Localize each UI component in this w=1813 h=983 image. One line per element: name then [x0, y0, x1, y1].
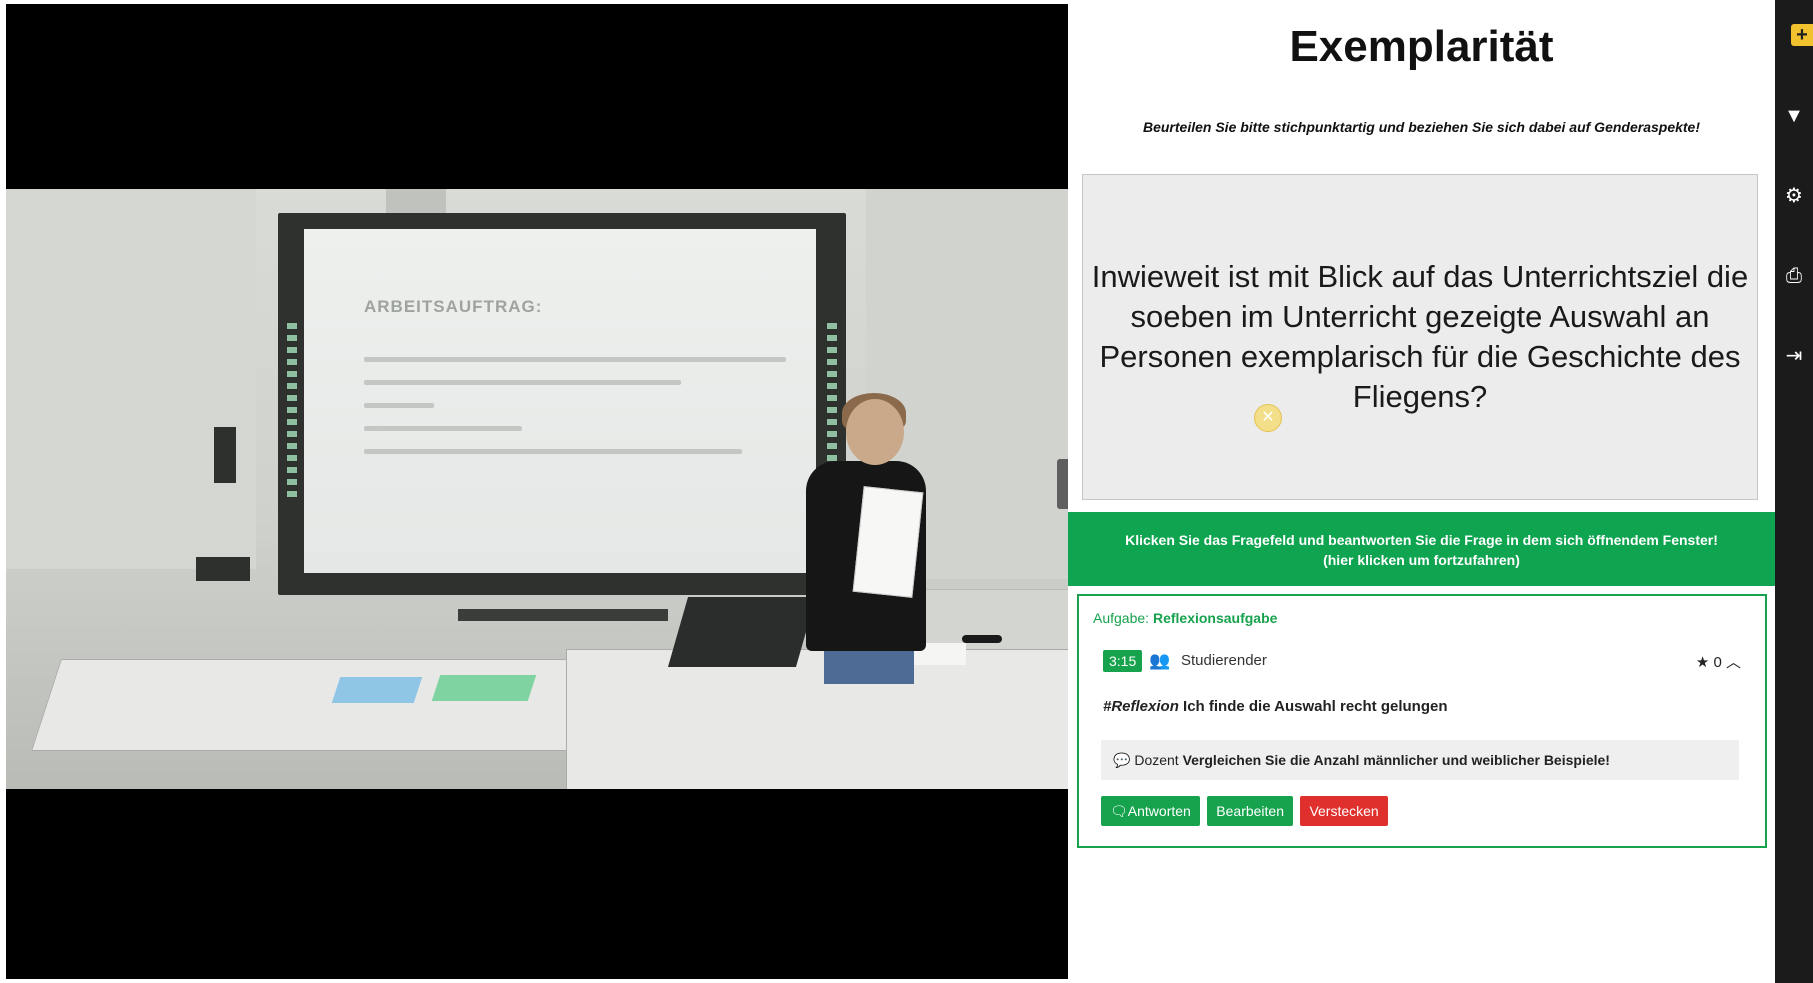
- answer-body: Ich finde die Auswahl recht gelungen: [1183, 698, 1448, 715]
- answer-actions: 🗨Antworten Bearbeiten Verstecken: [1101, 796, 1391, 826]
- question-text: Inwieweit ist mit Blick auf das Unterric…: [1091, 259, 1749, 414]
- star-icon: ★: [1695, 654, 1710, 671]
- teacher-handout: [852, 486, 924, 598]
- answer-hashtag: #Reflexion: [1103, 698, 1179, 715]
- question-panel: Exemplarität Beurteilen Sie bitte stichp…: [1068, 0, 1775, 983]
- page-title: Exemplarität: [1289, 22, 1554, 71]
- teacher-desk: [566, 649, 1068, 789]
- lecturer-comment: 💬 Dozent Vergleichen Sie die Anzahl männ…: [1101, 740, 1739, 780]
- desk-left: [31, 659, 623, 751]
- task-label: Aufgabe:: [1093, 610, 1150, 626]
- plus-icon[interactable]: +: [1791, 24, 1813, 46]
- chevron-up-icon[interactable]: ︿: [1726, 654, 1741, 671]
- question-field[interactable]: Inwieweit ist mit Blick auf das Unterric…: [1082, 174, 1758, 500]
- reply-button-label: Antworten: [1127, 803, 1191, 819]
- blue-card: [331, 677, 423, 703]
- comment-icon: 💬: [1113, 752, 1131, 768]
- task-value: Reflexionsaufgabe: [1152, 610, 1278, 626]
- comment-author: Dozent: [1134, 752, 1179, 768]
- side-toolbar: + ▼ ⚙ ⎙ ⇥: [1775, 0, 1813, 983]
- laptop: [667, 597, 817, 667]
- projected-slide: ARBEITSAUFTRAG:: [304, 229, 816, 573]
- green-card: [431, 675, 537, 701]
- cursor-indicator-icon: ✕: [1254, 404, 1282, 432]
- timestamp-badge[interactable]: 3:15: [1103, 650, 1143, 672]
- marker: [962, 635, 1002, 643]
- board-strip-left: [287, 323, 297, 503]
- board-tray: [458, 609, 668, 621]
- teacher-head: [846, 399, 904, 465]
- wall-speaker: [214, 427, 236, 483]
- wall-socket: [196, 557, 250, 581]
- task-line: Aufgabe: Reflexionsaufgabe: [1093, 610, 1277, 626]
- comment-text: Vergleichen Sie die Anzahl männlicher un…: [1182, 752, 1610, 768]
- answer-meta: 3:15 👥 Studierender ★ 0 ︿: [1103, 650, 1741, 674]
- star-count: 0: [1713, 654, 1722, 671]
- answer-text: #Reflexion Ich finde die Auswahl recht g…: [1103, 698, 1448, 715]
- users-icon: 👥: [1149, 651, 1171, 670]
- wall-left: [6, 189, 256, 569]
- slide-title: ARBEITSAUFTRAG:: [364, 297, 543, 316]
- gear-icon[interactable]: ⚙: [1775, 178, 1813, 214]
- hide-button[interactable]: Verstecken: [1300, 796, 1388, 826]
- video-frame: ARBEITSAUFTRAG:: [6, 189, 1068, 789]
- author-role: Studierender: [1181, 652, 1267, 669]
- banner-continue: (hier klicken um fortzufahren): [1323, 552, 1520, 568]
- rating[interactable]: ★ 0 ︿: [1696, 651, 1741, 672]
- logout-icon[interactable]: ⇥: [1775, 338, 1813, 374]
- comments-icon: 🗨: [1110, 803, 1128, 819]
- video-player[interactable]: ARBEITSAUFTRAG:: [6, 4, 1071, 979]
- print-icon[interactable]: ⎙: [1775, 258, 1813, 294]
- answer-card: Aufgabe: Reflexionsaufgabe 3:15 👥 Studie…: [1077, 594, 1767, 848]
- interactive-whiteboard: ARBEITSAUFTRAG:: [278, 213, 846, 621]
- instruction-text: Beurteilen Sie bitte stichpunktartig und…: [1142, 119, 1700, 135]
- filter-icon[interactable]: ▼: [1775, 98, 1813, 134]
- reply-button[interactable]: 🗨Antworten: [1101, 796, 1200, 826]
- banner-instruction: Klicken Sie das Fragefeld und beantworte…: [1125, 532, 1718, 548]
- continue-banner[interactable]: Klicken Sie das Fragefeld und beantworte…: [1068, 512, 1775, 586]
- slide-bullets: [364, 357, 804, 472]
- edit-button[interactable]: Bearbeiten: [1207, 796, 1293, 826]
